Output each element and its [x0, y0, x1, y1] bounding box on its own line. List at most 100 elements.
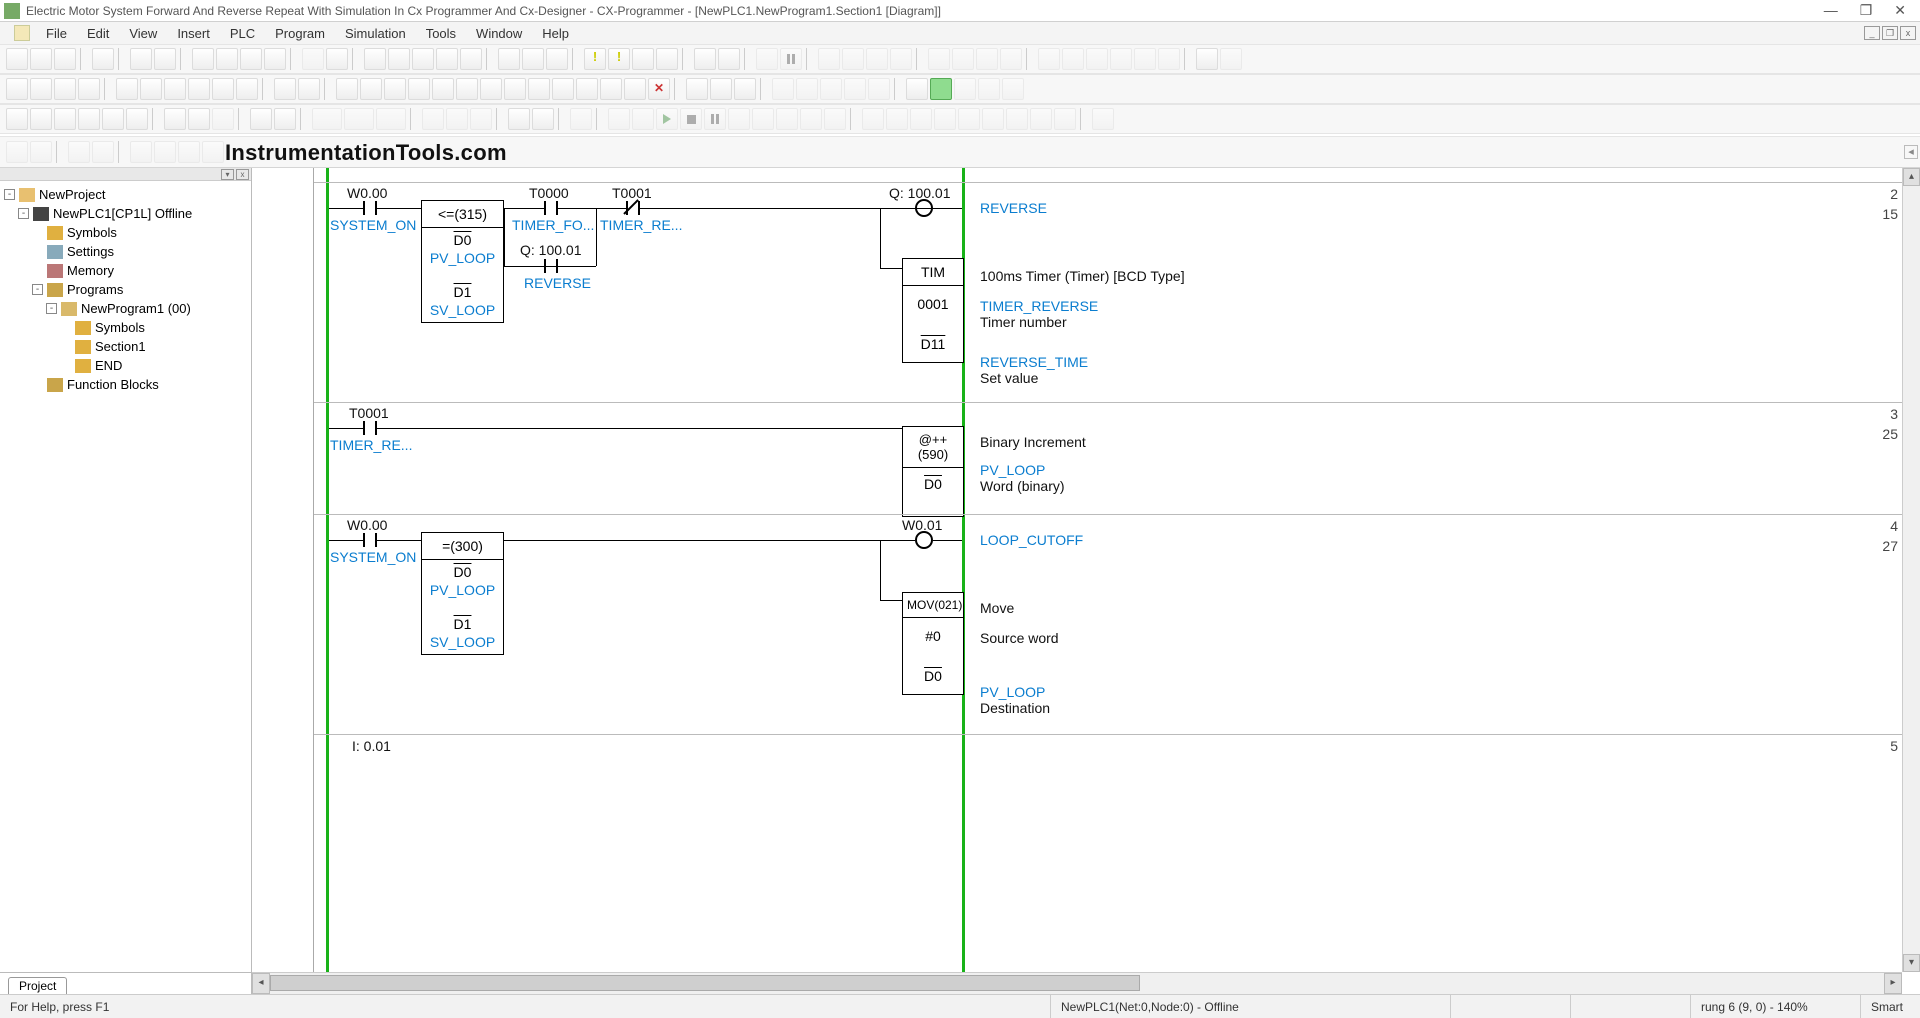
tree-symbols[interactable]: Symbols — [67, 223, 117, 242]
mdi-restore-button[interactable]: ❐ — [1882, 26, 1898, 40]
tool-dbg1[interactable] — [570, 108, 592, 130]
tool-ex3[interactable] — [954, 78, 976, 100]
tool-monitor2[interactable] — [842, 48, 864, 70]
tree-section1[interactable]: Section1 — [95, 337, 146, 356]
eq-box[interactable]: =(300) D0 PV_LOOP D1 SV_LOOP — [421, 532, 504, 655]
tool-sim2[interactable] — [532, 108, 554, 130]
tool-preview[interactable] — [154, 48, 176, 70]
tool-zoomin[interactable] — [54, 78, 76, 100]
tool-ff[interactable] — [800, 108, 822, 130]
tree-expand[interactable]: - — [32, 284, 43, 295]
scroll-up-button[interactable]: ▴ — [1903, 168, 1920, 186]
tool-help[interactable] — [522, 48, 544, 70]
pane-float-button[interactable]: ▾ — [221, 169, 234, 180]
tree-plc[interactable]: NewPLC1[CP1L] Offline — [53, 204, 192, 223]
tool-coil-nc[interactable] — [528, 78, 550, 100]
tool-r4-2[interactable] — [30, 141, 52, 163]
tool-al10[interactable] — [1092, 108, 1114, 130]
tool-pause[interactable] — [780, 48, 802, 70]
tool-r4-6[interactable] — [154, 141, 176, 163]
tool-r4-4[interactable] — [92, 141, 114, 163]
tool-r3-1[interactable] — [6, 108, 28, 130]
tool-sort-up[interactable] — [422, 108, 444, 130]
tool-contact-no[interactable] — [360, 78, 382, 100]
tool-end[interactable] — [824, 108, 846, 130]
tree-newprogram[interactable]: NewProgram1 (00) — [81, 299, 191, 318]
tool-online[interactable] — [632, 48, 654, 70]
minimize-button[interactable]: — — [1824, 2, 1838, 19]
menu-help[interactable]: Help — [532, 24, 579, 43]
tool-num16[interactable] — [376, 108, 406, 130]
tool-r3-3[interactable] — [54, 108, 76, 130]
scroll-left-button[interactable]: ◂ — [252, 973, 270, 994]
tool-grid4[interactable] — [188, 78, 210, 100]
tool-al2[interactable] — [886, 108, 908, 130]
tool-r4-1[interactable] — [6, 141, 28, 163]
contact-nc[interactable] — [626, 201, 640, 215]
tool-grid6[interactable] — [236, 78, 258, 100]
tool-cut[interactable] — [192, 48, 214, 70]
tool-contact-p[interactable] — [408, 78, 430, 100]
tool-dx4[interactable] — [844, 78, 866, 100]
tool-work-online[interactable] — [656, 48, 678, 70]
tool-play[interactable] — [656, 108, 678, 130]
menu-program[interactable]: Program — [265, 24, 335, 43]
coil[interactable] — [915, 199, 933, 217]
menu-window[interactable]: Window — [466, 24, 532, 43]
tool-replace[interactable] — [388, 48, 410, 70]
tree-expand[interactable]: - — [46, 303, 57, 314]
tool-dbg3[interactable] — [632, 108, 654, 130]
menu-view[interactable]: View — [119, 24, 167, 43]
tool-run[interactable] — [756, 48, 778, 70]
tool-paste-special[interactable] — [264, 48, 286, 70]
tool-func3[interactable] — [600, 78, 622, 100]
tool-context-help[interactable] — [546, 48, 568, 70]
menu-tools[interactable]: Tools — [416, 24, 466, 43]
tool-window4[interactable] — [1000, 48, 1022, 70]
tool-contact-n[interactable] — [432, 78, 454, 100]
tree-root[interactable]: NewProject — [39, 185, 105, 204]
vertical-scrollbar[interactable]: ▴ ▾ — [1902, 168, 1920, 972]
tool-ex2[interactable] — [930, 78, 952, 100]
contact-no[interactable] — [363, 421, 377, 435]
tool-r3-5[interactable] — [102, 108, 124, 130]
tool-view4[interactable] — [1110, 48, 1132, 70]
tool-dx1[interactable] — [772, 78, 794, 100]
tool-r3-2[interactable] — [30, 108, 52, 130]
tool-ld2[interactable] — [298, 78, 320, 100]
tool-vwire[interactable] — [456, 78, 478, 100]
tool-hwire[interactable] — [480, 78, 502, 100]
tool-grid5[interactable] — [212, 78, 234, 100]
menu-file[interactable]: File — [36, 24, 77, 43]
panel-collapse-icon[interactable]: ◂ — [1904, 145, 1918, 159]
mov-box[interactable]: MOV(021) #0 D0 — [902, 592, 964, 695]
tree-fblocks[interactable]: Function Blocks — [67, 375, 159, 394]
tool-al1[interactable] — [862, 108, 884, 130]
scroll-right-button[interactable]: ▸ — [1884, 973, 1902, 994]
contact-no[interactable] — [363, 533, 377, 547]
tool-copy[interactable] — [216, 48, 238, 70]
tool-dx2[interactable] — [796, 78, 818, 100]
tool-extra1[interactable] — [1196, 48, 1218, 70]
scroll-thumb[interactable] — [270, 975, 1140, 991]
tool-monitor4[interactable] — [890, 48, 912, 70]
tool-save[interactable] — [54, 48, 76, 70]
tool-sort-dn[interactable] — [446, 108, 468, 130]
tool-coil[interactable] — [504, 78, 526, 100]
tool-view1[interactable] — [1038, 48, 1060, 70]
tool-r4-5[interactable] — [130, 141, 152, 163]
tool-ex5[interactable] — [1002, 78, 1024, 100]
tool-r3-8[interactable] — [188, 108, 210, 130]
tool-print-setup[interactable] — [92, 48, 114, 70]
maximize-button[interactable]: ❐ — [1860, 2, 1873, 19]
tool-grid[interactable] — [116, 78, 138, 100]
tool-win-c[interactable] — [734, 78, 756, 100]
tool-r3-11[interactable] — [274, 108, 296, 130]
tool-r3-4[interactable] — [78, 108, 100, 130]
tool-compile[interactable] — [584, 48, 606, 70]
tool-find[interactable] — [364, 48, 386, 70]
tool-contact-nc[interactable] — [384, 78, 406, 100]
tool-window2[interactable] — [952, 48, 974, 70]
tim-box[interactable]: TIM 0001 D11 — [902, 258, 964, 363]
tree-expand[interactable]: - — [18, 208, 29, 219]
